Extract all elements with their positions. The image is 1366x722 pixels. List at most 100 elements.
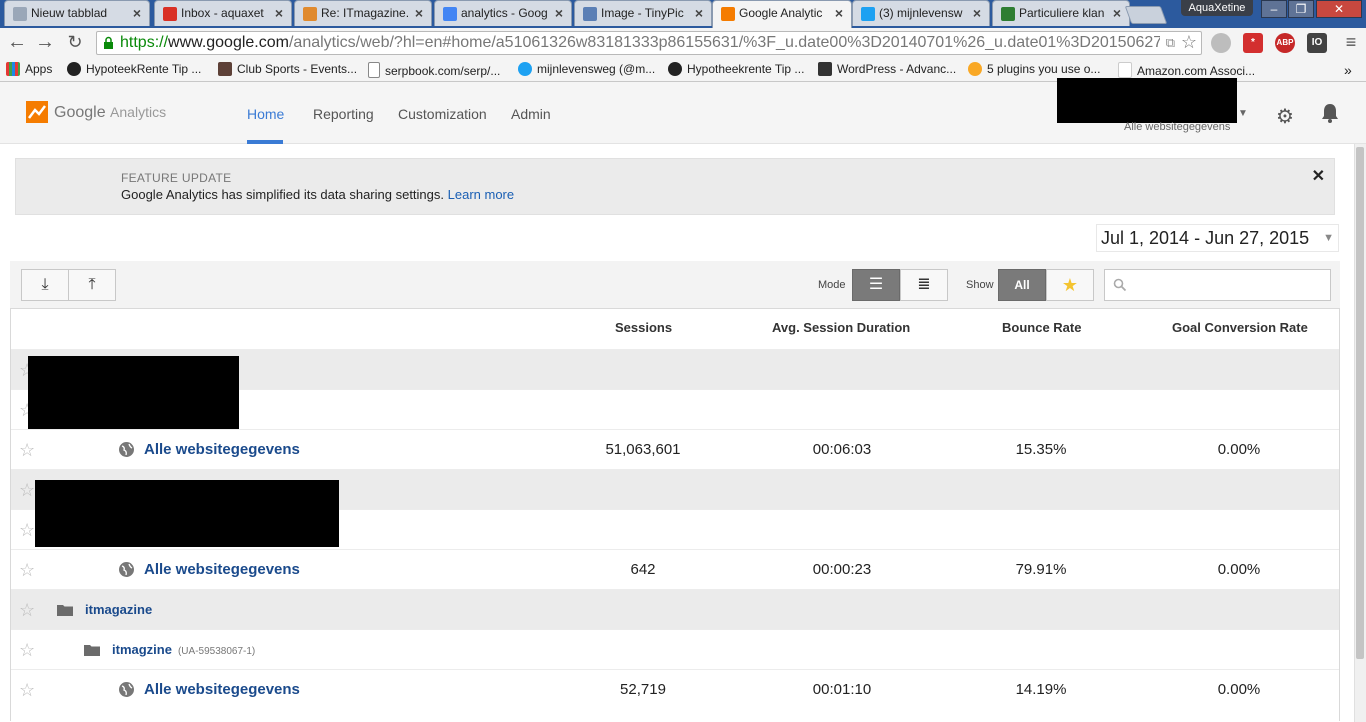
window-close-button[interactable]: ✕: [1316, 0, 1362, 18]
star-icon[interactable]: ☆: [19, 560, 35, 581]
star-icon[interactable]: ☆: [19, 600, 35, 621]
show-all-button[interactable]: All: [998, 269, 1046, 301]
maximize-button[interactable]: ❐: [1288, 0, 1314, 18]
nav-active-indicator: [247, 140, 283, 144]
bookmark-item[interactable]: Club Sports - Events...: [218, 62, 357, 76]
bookmark-item[interactable]: mijnlevensweg (@m...: [518, 62, 655, 76]
apps-icon: [6, 62, 20, 76]
browser-tab[interactable]: analytics - Goog ×: [434, 0, 572, 26]
close-tab-icon[interactable]: ×: [415, 5, 423, 21]
browser-tab[interactable]: Inbox - aquaxet ×: [154, 0, 292, 26]
bookmark-item[interactable]: WordPress - Advanc...: [818, 62, 956, 76]
bell-icon[interactable]: [1320, 102, 1340, 124]
date-range-picker[interactable]: Jul 1, 2014 - Jun 27, 2015 ▼: [1096, 224, 1339, 252]
show-starred-button[interactable]: ★: [1046, 269, 1094, 301]
column-header-goal-conversion-rate[interactable]: Goal Conversion Rate: [1172, 320, 1308, 335]
bookmark-item[interactable]: HypoteekRente Tip ...: [67, 62, 201, 76]
tab-title: Particuliere klan: [1019, 6, 1105, 20]
browser-tab[interactable]: Image - TinyPic ×: [574, 0, 712, 26]
globe-icon: [119, 442, 134, 457]
nav-home[interactable]: Home: [247, 106, 284, 122]
plugin-icon: [968, 62, 982, 76]
lastpass-icon[interactable]: *: [1243, 33, 1263, 53]
bookmark-item[interactable]: 5 plugins you use o...: [968, 62, 1100, 76]
account-selector-redacted[interactable]: [1057, 78, 1237, 123]
column-header-avg-session-duration[interactable]: Avg. Session Duration: [772, 320, 910, 335]
property-name-link[interactable]: itmagzine (UA-59538067-1): [112, 642, 255, 657]
browser-tab[interactable]: Nieuw tabblad ×: [4, 0, 150, 26]
page-action-icon[interactable]: ⧉: [1166, 35, 1175, 51]
gear-icon[interactable]: ⚙: [1276, 104, 1294, 129]
close-tab-icon[interactable]: ×: [555, 5, 563, 21]
forward-button[interactable]: →: [34, 32, 56, 54]
expand-all-button[interactable]: ⤓: [21, 269, 69, 301]
star-icon[interactable]: ☆: [19, 440, 35, 461]
view-name-link[interactable]: Alle websitegegevens: [144, 681, 300, 698]
view-name-link[interactable]: Alle websitegegevens: [144, 561, 300, 578]
nav-reporting[interactable]: Reporting: [313, 106, 374, 122]
account-name-link[interactable]: itmagazine: [85, 602, 152, 617]
table-row-view[interactable]: ☆ Alle websitegegevens 642 00:00:23 79.9…: [11, 549, 1339, 589]
close-tab-icon[interactable]: ×: [973, 5, 981, 21]
table-row-view[interactable]: ☆ Alle websitegegevens 51,063,601 00:06:…: [11, 429, 1339, 469]
scrollbar-thumb[interactable]: [1356, 147, 1364, 659]
new-tab-button[interactable]: [1124, 6, 1168, 24]
close-tab-icon[interactable]: ×: [835, 5, 843, 21]
search-field[interactable]: [1104, 269, 1331, 301]
sessions-value: 51,063,601: [605, 441, 681, 458]
tab-title: Nieuw tabblad: [31, 6, 108, 20]
bookmark-item[interactable]: Apps: [6, 62, 52, 76]
minimize-button[interactable]: –: [1261, 0, 1287, 18]
goal-conversion-value: 0.00%: [1217, 681, 1261, 698]
close-tab-icon[interactable]: ×: [275, 5, 283, 21]
lock-icon: [104, 36, 113, 49]
tree-mode-button[interactable]: ☰: [852, 269, 900, 301]
bookmarks-overflow-icon[interactable]: »: [1344, 62, 1352, 78]
table-row-property[interactable]: ☆ itmagzine (UA-59538067-1): [11, 629, 1339, 669]
page-icon: [368, 62, 380, 78]
search-input[interactable]: [1129, 276, 1323, 296]
star-icon[interactable]: ☆: [19, 480, 35, 501]
nav-customization[interactable]: Customization: [398, 106, 487, 122]
close-icon[interactable]: ✕: [1312, 166, 1325, 186]
reload-button[interactable]: ↻: [64, 32, 86, 54]
chrome-menu-icon[interactable]: ≡: [1340, 32, 1362, 54]
back-button[interactable]: ←: [6, 32, 28, 54]
folder-icon: [84, 645, 100, 656]
close-tab-icon[interactable]: ×: [695, 5, 703, 21]
download-icon[interactable]: [1211, 33, 1231, 53]
browser-tab[interactable]: Re: ITmagazine. ×: [294, 0, 432, 26]
collapse-all-button[interactable]: ⤒: [68, 269, 116, 301]
adblock-icon[interactable]: ABP: [1275, 33, 1295, 53]
tab-title: Inbox - aquaxet: [181, 6, 264, 20]
browser-tab-active[interactable]: Google Analytic ×: [712, 0, 852, 28]
column-header-sessions[interactable]: Sessions: [615, 320, 672, 335]
learn-more-link[interactable]: Learn more: [448, 187, 514, 202]
chevron-down-icon[interactable]: ▼: [1238, 108, 1248, 119]
profile-badge[interactable]: AquaXetine: [1181, 0, 1253, 16]
close-tab-icon[interactable]: ×: [1113, 5, 1121, 21]
close-tab-icon[interactable]: ×: [133, 5, 141, 21]
duration-value: 00:06:03: [812, 441, 872, 458]
address-bar[interactable]: https://www.google.com/analytics/web/?hl…: [96, 31, 1202, 55]
ga-brand: Google Analytics: [54, 104, 167, 121]
view-name-link[interactable]: Alle websitegegevens: [144, 441, 300, 458]
redacted-block: [35, 480, 339, 547]
column-header-bounce-rate[interactable]: Bounce Rate: [1002, 320, 1081, 335]
nav-admin[interactable]: Admin: [511, 106, 551, 122]
camera-icon[interactable]: IO: [1307, 33, 1327, 53]
bookmark-item[interactable]: Amazon.com Associ...: [1118, 62, 1255, 78]
bookmark-item[interactable]: serpbook.com/serp/...: [368, 62, 500, 78]
browser-tab[interactable]: Particuliere klan ×: [992, 0, 1130, 26]
bookmark-star-icon[interactable]: ☆: [1181, 32, 1197, 53]
star-icon[interactable]: ☆: [19, 680, 35, 701]
star-icon[interactable]: ☆: [19, 640, 35, 661]
star-icon[interactable]: ☆: [19, 520, 35, 541]
tab-title: Image - TinyPic: [601, 6, 684, 20]
table-row-account[interactable]: ☆ itmagazine: [11, 589, 1339, 629]
g-icon: [668, 62, 682, 76]
bookmark-item[interactable]: Hypotheekrente Tip ...: [668, 62, 804, 76]
list-mode-button[interactable]: ≣: [900, 269, 948, 301]
table-row-view[interactable]: ☆ Alle websitegegevens 52,719 00:01:10 1…: [11, 669, 1339, 709]
browser-tab[interactable]: (3) mijnlevensw ×: [852, 0, 990, 26]
